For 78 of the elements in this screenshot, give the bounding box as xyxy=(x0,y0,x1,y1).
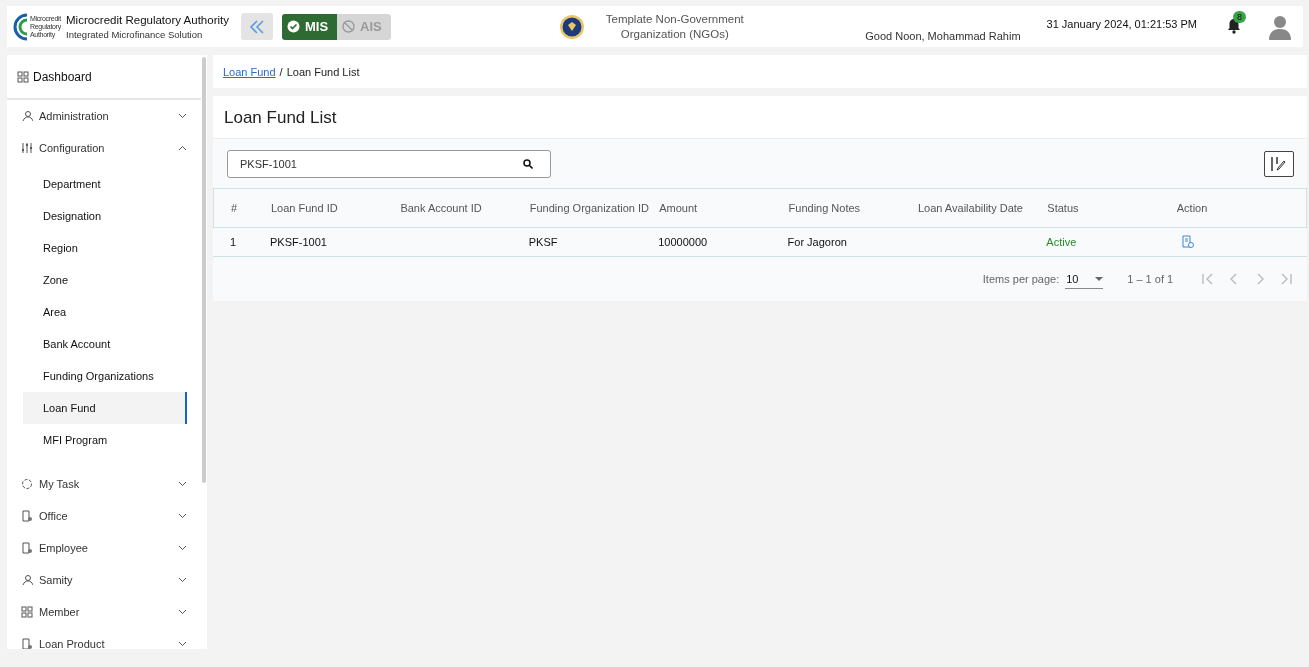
arc-logo-icon xyxy=(11,11,29,42)
sidebar-item[interactable]: Dashboard xyxy=(7,55,201,100)
sliders-icon xyxy=(21,142,33,154)
check-circle-icon xyxy=(287,20,300,33)
document-icon xyxy=(21,510,33,522)
column-header: Funding Organization ID xyxy=(529,202,650,214)
sidebar-subitem[interactable]: Designation xyxy=(23,200,187,232)
sidebar-group[interactable]: Configuration xyxy=(7,132,207,164)
column-header: Loan Fund ID xyxy=(271,202,339,214)
breadcrumb-separator: / xyxy=(279,65,283,78)
page-size-select[interactable]: 10 xyxy=(1065,269,1104,289)
mode-tab[interactable]: MIS xyxy=(282,13,338,40)
sidebar-group-label: Employee xyxy=(39,542,89,554)
sidebar-group-label: Samity xyxy=(39,574,74,586)
sidebar-group-label: Configuration xyxy=(39,142,106,154)
document-icon xyxy=(21,638,33,649)
column-header: # xyxy=(231,202,239,214)
sidebar-group-label: My Task xyxy=(39,478,81,490)
breadcrumb-current: Loan Fund List xyxy=(286,65,360,78)
page-range: 1 – 1 of 1 xyxy=(1127,273,1174,285)
sidebar-subitem[interactable]: Bank Account xyxy=(23,328,187,360)
column-header: Status xyxy=(1047,202,1080,214)
table-cell-text: PKSF xyxy=(528,236,559,248)
search-icon xyxy=(523,159,533,169)
date-time: 31 January 2024, 01:21:53 PM xyxy=(1046,17,1197,30)
double-chevron-icon xyxy=(249,18,265,35)
column-header: Amount xyxy=(659,202,699,214)
organization-name: Template Non-Government Organization (NGOs) xyxy=(604,11,745,42)
dropdown-caret-icon xyxy=(1095,276,1104,281)
table-cell-text: For Jagoron xyxy=(787,236,848,248)
document-icon xyxy=(21,542,33,554)
sidebar-group[interactable]: Administration xyxy=(7,100,207,132)
users-icon xyxy=(21,574,33,586)
blocked-icon xyxy=(342,20,356,33)
dashboard-label: Dashboard xyxy=(33,69,92,84)
items-per-page-label: Items per page: xyxy=(982,273,1060,285)
greeting-text: Good Noon, Mohammad Rahim xyxy=(865,30,1021,42)
sidebar-subitem[interactable]: Area xyxy=(23,296,187,328)
users-icon xyxy=(21,110,33,122)
column-header: Bank Account ID xyxy=(400,202,483,214)
sidebar-group[interactable]: Member xyxy=(7,596,207,628)
sidebar-subitem[interactable]: Loan Fund xyxy=(23,392,187,424)
search-field[interactable]: PKSF-1001 xyxy=(227,150,551,178)
circle-icon xyxy=(21,478,33,490)
column-header: Action xyxy=(1176,202,1209,214)
status-text: Active xyxy=(1046,236,1078,248)
collapse-button[interactable] xyxy=(241,13,273,40)
table-cell-text: PKSF-1001 xyxy=(270,236,328,248)
column-header: Funding Notes xyxy=(788,202,862,214)
grid-icon xyxy=(17,70,29,83)
sidebar-subitem[interactable]: MFI Program xyxy=(23,424,187,456)
column-header: Loan Availability Date xyxy=(917,202,1024,214)
sidebar-group[interactable]: Loan Product xyxy=(7,628,207,649)
sidebar-group[interactable]: Employee xyxy=(7,532,207,564)
sidebar-group-label: Administration xyxy=(39,110,110,122)
scrollbar[interactable] xyxy=(202,57,206,483)
sidebar-group-label: Office xyxy=(39,510,69,522)
grid-icon xyxy=(21,606,33,618)
sidebar-group[interactable]: Office xyxy=(7,500,207,532)
last-page-icon xyxy=(1279,272,1294,286)
notification-badge: 8 xyxy=(1233,10,1246,23)
sidebar-group[interactable]: My Task xyxy=(7,468,207,500)
org-subtitle: Integrated Microfinance Solution xyxy=(66,28,204,40)
table-cell-text: 10000000 xyxy=(658,236,709,248)
table-cell-text: 1 xyxy=(230,236,238,248)
seal-emblem-icon xyxy=(558,13,585,40)
breadcrumb-link[interactable]: Loan Fund xyxy=(223,65,276,78)
org-name: Microcredit Regulatory Authority xyxy=(66,13,229,26)
avatar-silhouette-icon[interactable] xyxy=(1267,13,1293,40)
sidebar-group-label: Member xyxy=(39,606,81,618)
sidebar-group-label: Loan Product xyxy=(39,638,106,649)
sidebar-group[interactable]: Samity xyxy=(7,564,207,596)
sidebar-subitem[interactable]: Zone xyxy=(23,264,187,296)
view-document-icon[interactable] xyxy=(1181,234,1194,248)
sidebar-subitem[interactable]: Funding Organizations xyxy=(23,360,187,392)
sidebar-subitem[interactable]: Department xyxy=(23,168,187,200)
column-settings-button[interactable] xyxy=(1264,151,1295,177)
sidebar-subitem[interactable]: Region xyxy=(23,232,187,264)
